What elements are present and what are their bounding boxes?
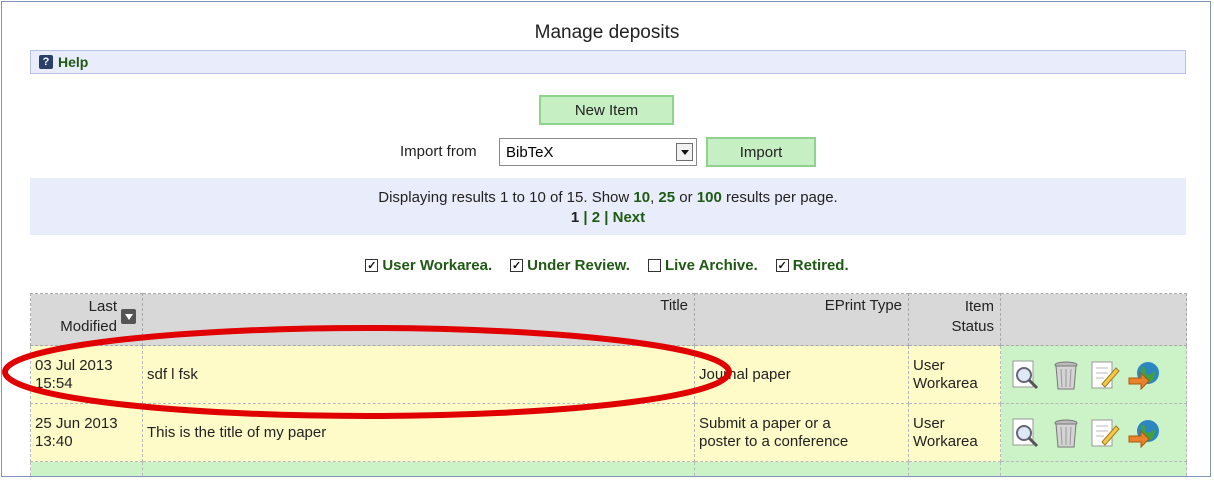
cell-text: User [913,414,945,432]
cell-eprint-type: Journal paper [694,345,909,404]
cell-last-modified [30,461,143,476]
help-link[interactable]: Help [58,54,88,70]
cell-last-modified: 03 Jul 2013 15:54 [30,345,143,404]
column-header-last-modified[interactable]: Last Modified [30,293,143,346]
results-sep: or [675,189,697,206]
cell-title: This is the title of my paper [142,403,695,462]
results-suffix: results per page. [721,189,838,206]
cell-last-modified: 25 Jun 2013 13:40 [30,403,143,462]
deposit-globe-icon[interactable] [1126,415,1162,451]
per-page-100-link[interactable]: 100 [697,189,722,206]
cell-text: 03 Jul 2013 [35,356,113,374]
table-row[interactable]: 03 Jul 2013 15:54 sdf l fsk Journal pape… [30,345,1187,404]
filter-label: Retired. [792,257,849,274]
filter-retired[interactable]: ✓ Retired. [775,257,849,274]
trash-icon[interactable] [1048,357,1084,393]
cell-item-status: User Workarea [908,403,1001,462]
cell-text: poster to a conference [699,432,849,450]
cell-text: 25 Jun 2013 [35,414,118,432]
filter-under-review-checkbox[interactable]: ✓ [510,259,524,272]
results-bar: Displaying results 1 to 10 of 15. Show 1… [30,178,1186,235]
cell-actions [1000,403,1187,462]
per-page-25-link[interactable]: 25 [658,189,675,206]
deposit-globe-icon[interactable] [1126,357,1162,393]
help-icon: ? [39,55,53,69]
filter-retired-checkbox[interactable]: ✓ [775,259,789,272]
manage-deposits-window: Manage deposits ? Help New Item Import f… [1,1,1211,477]
column-header-label: Item [964,298,994,315]
page-1-current: 1 [570,209,580,226]
cell-title [142,461,695,476]
import-from-label: Import from [400,143,477,160]
results-summary: Displaying results 1 to 10 of 15. Show [378,189,634,206]
cell-text: Workarea [913,374,978,392]
status-filters: ✓ User Workarea. ✓ Under Review. Live Ar… [2,257,1210,274]
view-item-icon[interactable] [1009,357,1045,393]
page-2-link[interactable]: 2 [592,209,600,226]
filter-label: Under Review. [527,257,630,274]
column-header-eprint-type[interactable]: EPrint Type [694,293,909,346]
column-header-label: Last [88,298,117,315]
view-item-icon[interactable] [1009,415,1045,451]
column-header-label: Status [951,318,994,335]
import-format-select[interactable]: BibTeX [499,138,697,166]
cell-text: 13:40 [35,432,73,450]
import-button[interactable]: Import [706,137,816,167]
column-header-item-status[interactable]: Item Status [908,293,1001,346]
filter-live-archive-checkbox[interactable] [647,259,661,272]
edit-icon[interactable] [1087,415,1123,451]
deposits-table: Last Modified Title EPrint Type Item Sta… [30,293,1187,476]
import-format-value: BibTeX [506,143,554,161]
cell-actions [1000,461,1187,476]
column-header-label: Modified [60,318,117,335]
filter-user-workarea[interactable]: ✓ User Workarea. [365,257,492,274]
trash-icon[interactable] [1048,415,1084,451]
table-row[interactable] [30,461,1187,476]
cell-eprint-type: Submit a paper or a poster to a conferen… [694,403,909,462]
filter-label: Live Archive. [664,257,758,274]
next-page-link[interactable]: Next [613,209,646,226]
cell-text: User [913,356,945,374]
cell-text: Submit a paper or a [699,414,831,432]
filter-label: User Workarea. [382,257,493,274]
cell-item-status: User Workarea [908,345,1001,404]
column-header-title[interactable]: Title [142,293,695,346]
cell-text: Workarea [913,432,978,450]
cell-actions [1000,345,1187,404]
cell-eprint-type [694,461,909,476]
table-row[interactable]: 25 Jun 2013 13:40 This is the title of m… [30,403,1187,462]
per-page-10-link[interactable]: 10 [633,189,650,206]
filter-live-archive[interactable]: Live Archive. [647,257,758,274]
cell-title: sdf l fsk [142,345,695,404]
cell-item-status [908,461,1001,476]
chevron-down-icon[interactable] [676,143,693,161]
sort-desc-icon[interactable] [121,309,136,324]
filter-under-review[interactable]: ✓ Under Review. [510,257,630,274]
edit-icon[interactable] [1087,357,1123,393]
cell-text: 15:54 [35,374,73,392]
page-title: Manage deposits [534,22,680,43]
filter-user-workarea-checkbox[interactable]: ✓ [365,259,379,272]
new-item-button[interactable]: New Item [539,95,674,125]
help-bar[interactable]: ? Help [30,50,1186,74]
column-header-actions [1000,293,1187,346]
